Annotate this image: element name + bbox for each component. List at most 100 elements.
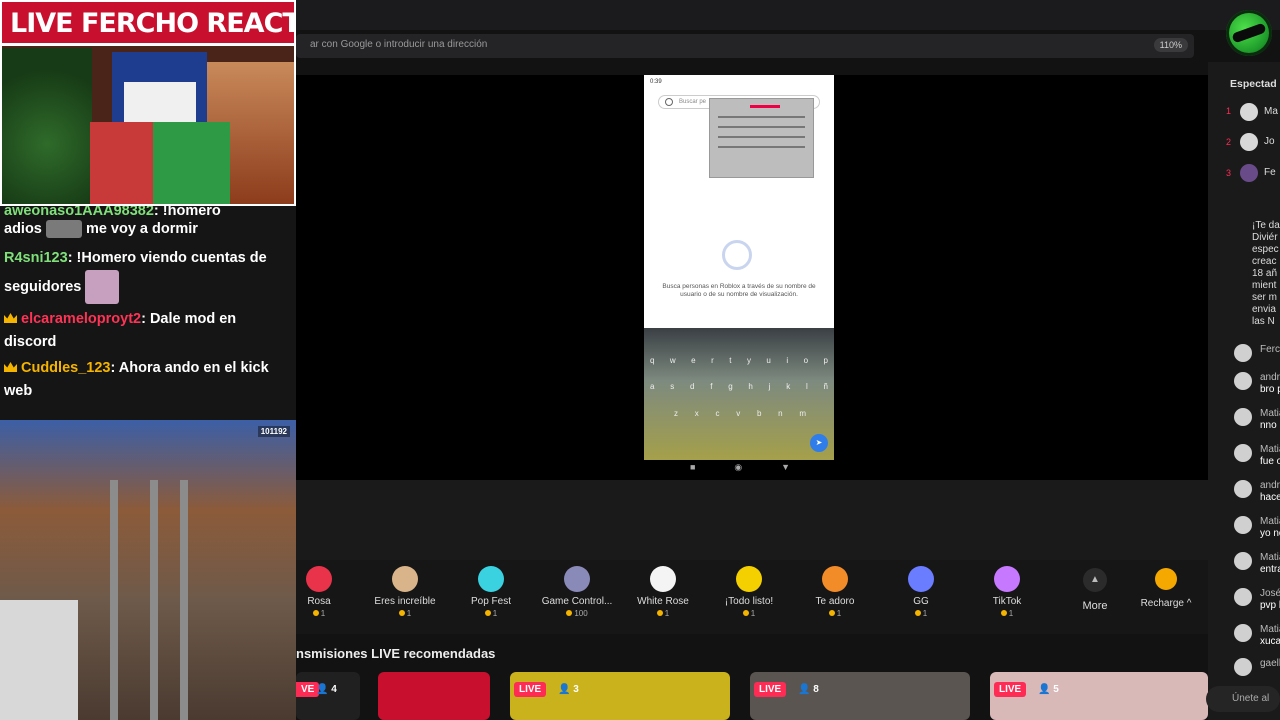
key[interactable]: n	[778, 409, 782, 418]
comment[interactable]: Matiayo no	[1234, 516, 1280, 546]
gift-icon	[564, 566, 590, 592]
recents-icon[interactable]: ■	[690, 462, 695, 473]
phone-search-placeholder: Buscar pe	[679, 99, 707, 105]
address-bar[interactable]: ar con Google o introducir una dirección…	[296, 34, 1194, 58]
key[interactable]: s	[670, 382, 674, 391]
comment-text: yo no	[1260, 528, 1280, 539]
pinned-line: ser m	[1252, 292, 1277, 303]
key[interactable]: v	[736, 409, 740, 418]
pinned-line: creac	[1252, 256, 1277, 267]
key[interactable]: e	[691, 356, 695, 365]
key[interactable]: m	[799, 409, 806, 418]
gift-name: Te adoro	[815, 596, 855, 607]
avatar	[1234, 516, 1252, 534]
keyboard-row-2[interactable]: asdfghjklñ	[650, 382, 828, 391]
comment[interactable]: gaell	[1234, 658, 1280, 688]
key[interactable]: r	[711, 356, 714, 365]
recommended-card[interactable]: LIVE 👤 5	[990, 672, 1208, 720]
phone-keyboard[interactable]: q w e r t y u i o p a s d f g h j k l ñ z x c v b n m ➤	[644, 328, 834, 460]
key[interactable]: c	[715, 409, 719, 418]
key[interactable]: b	[757, 409, 761, 418]
gift-item[interactable]: Te adoro 1	[795, 566, 875, 618]
crown-icon	[4, 362, 17, 372]
recommended-card[interactable]: VE 👤 4	[296, 672, 360, 720]
key[interactable]: g	[728, 382, 732, 391]
comment[interactable]: andrebro p	[1234, 372, 1280, 402]
gift-item[interactable]: TikTok 1	[967, 566, 1047, 618]
key[interactable]: t	[729, 356, 731, 365]
key[interactable]: i	[786, 356, 788, 365]
gift-name: Game Control...	[541, 596, 613, 607]
comment-text: pvp b	[1260, 600, 1280, 611]
gift-cost: 1	[365, 609, 445, 618]
gift-item[interactable]: White Rose 1	[623, 566, 703, 618]
comment[interactable]: Matiaxuca	[1234, 624, 1280, 654]
comment-author: Ferch	[1260, 344, 1280, 355]
key[interactable]: z	[674, 409, 678, 418]
gift-item[interactable]: Game Control... 100	[537, 566, 617, 618]
pinned-line: espec	[1252, 244, 1279, 255]
key[interactable]: u	[766, 356, 770, 365]
chat-overlay: aweonaso1AAA98382: !homero adios me voy …	[0, 206, 296, 420]
recharge-button[interactable]: Recharge ^	[1134, 568, 1198, 609]
gift-item[interactable]: ¡Todo listo! 1	[709, 566, 789, 618]
gift-item[interactable]: GG 1	[881, 566, 961, 618]
coin-icon	[1155, 568, 1177, 590]
viewer-count: 👤 5	[1038, 684, 1059, 695]
key[interactable]: a	[650, 382, 654, 391]
comment-author: gaell	[1260, 658, 1280, 669]
comment-author: Matia	[1260, 444, 1280, 455]
key[interactable]: q	[650, 356, 654, 365]
key[interactable]: j	[769, 382, 771, 391]
avatar	[1234, 480, 1252, 498]
live-badge: LIVE	[754, 682, 787, 697]
notification-popup[interactable]	[709, 98, 814, 178]
viewer-count: 👤 4	[316, 684, 337, 695]
comment-author: Matia	[1260, 552, 1280, 563]
chat-message: elcarameloproyt2: Dale mod en discord	[4, 311, 237, 350]
coin-icon	[828, 610, 835, 616]
key[interactable]: w	[670, 356, 676, 365]
zoom-badge[interactable]: 110%	[1153, 38, 1188, 52]
emote-sticker	[85, 270, 120, 304]
comment[interactable]: Matiafue o	[1234, 444, 1280, 474]
gift-item[interactable]: Eres increíble 1	[365, 566, 445, 618]
recommended-card[interactable]	[378, 672, 490, 720]
comment[interactable]: Matiaentra	[1234, 552, 1280, 582]
keyboard-row-3[interactable]: zxcvbnm	[674, 409, 806, 418]
avatar	[1234, 658, 1252, 676]
key[interactable]: f	[710, 382, 712, 391]
recharge-label: Recharge	[1140, 598, 1184, 609]
gift-icon	[392, 566, 418, 592]
key[interactable]: o	[804, 356, 808, 365]
live-badge: LIVE	[514, 682, 547, 697]
recommended-card[interactable]: LIVE 👤 8	[750, 672, 970, 720]
send-arrow-icon[interactable]: ➤	[810, 434, 828, 452]
pinned-message: ¡Te da Diviér espec creac 18 añ mient ser m env…	[1252, 220, 1280, 328]
avatar	[1234, 624, 1252, 642]
key[interactable]: x	[695, 409, 699, 418]
back-icon[interactable]: ▼	[781, 462, 790, 473]
pinned-line: las N	[1252, 316, 1275, 327]
recommended-card[interactable]: LIVE 👤 3	[510, 672, 730, 720]
comment[interactable]: Ferch	[1234, 344, 1280, 374]
comment[interactable]: andrehaces	[1234, 480, 1280, 510]
key[interactable]: l	[806, 382, 808, 391]
search-icon	[665, 98, 673, 106]
comment[interactable]: Matianno	[1234, 408, 1280, 438]
key[interactable]: h	[748, 382, 752, 391]
avatar	[1234, 588, 1252, 606]
key[interactable]: ñ	[824, 382, 828, 391]
home-icon[interactable]: ◉	[734, 462, 742, 473]
key[interactable]: d	[690, 382, 694, 391]
key[interactable]: p	[824, 356, 828, 365]
crown-icon	[4, 313, 17, 323]
comment[interactable]: Josépvp b	[1234, 588, 1280, 618]
key[interactable]: k	[786, 382, 790, 391]
join-chat-input[interactable]: Únete al	[1206, 686, 1280, 712]
more-gifts-button[interactable]: ▲ More	[1069, 568, 1121, 612]
comment-text: haces	[1260, 492, 1280, 503]
key[interactable]: y	[747, 356, 751, 365]
keyboard-row-1[interactable]: qwertyuiop	[650, 356, 828, 365]
gift-item[interactable]: Pop Fest 1	[451, 566, 531, 618]
